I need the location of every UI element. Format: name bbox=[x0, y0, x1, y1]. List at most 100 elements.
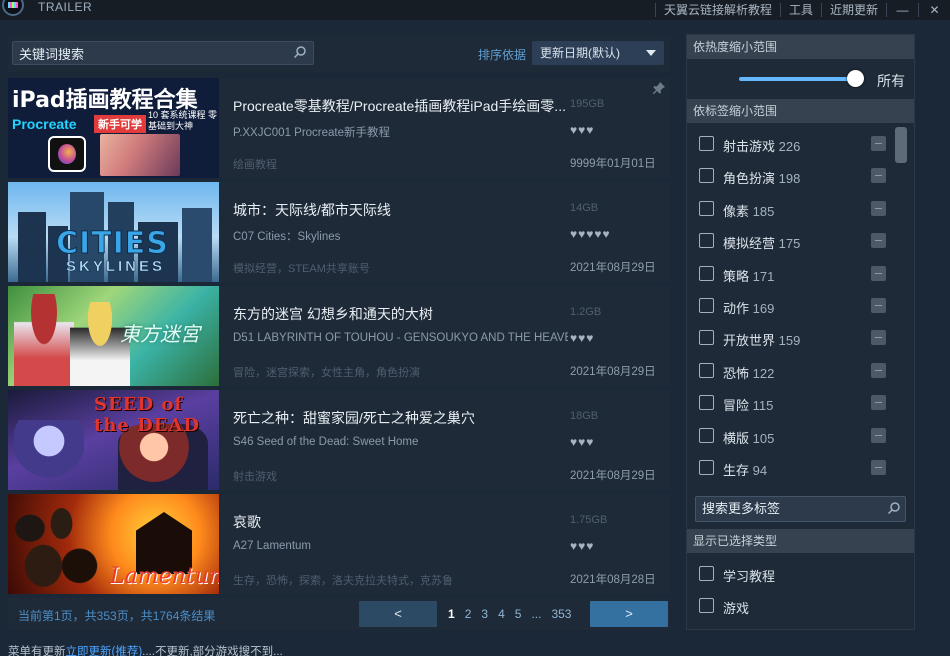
page-link[interactable]: 4 bbox=[498, 607, 505, 621]
minimize-button[interactable]: — bbox=[886, 3, 918, 17]
search-input[interactable]: 关键词搜索 bbox=[12, 41, 314, 65]
checkbox-icon[interactable] bbox=[699, 395, 714, 411]
game-title[interactable]: Procreate零基教程/Procreate插画教程iPad手绘画零... bbox=[233, 96, 568, 116]
remove-tag-icon[interactable] bbox=[871, 362, 886, 378]
page-link-last[interactable]: 353 bbox=[551, 607, 571, 621]
tag-list-scrollbar[interactable] bbox=[895, 127, 907, 163]
tag-row-openworld[interactable]: 开放世界 159 bbox=[687, 322, 914, 354]
game-size: 1.75GB bbox=[570, 514, 608, 526]
tag-name: 射击游戏 bbox=[723, 139, 776, 154]
game-date: 2021年08月29日 bbox=[570, 470, 656, 482]
menu-item-updates[interactable]: 近期更新 bbox=[820, 3, 886, 17]
tag-row-survival[interactable]: 生存 94 bbox=[687, 452, 914, 484]
page-link-current[interactable]: 1 bbox=[448, 607, 455, 621]
game-thumbnail[interactable]: iPad插画教程合集 Procreate 新手可学 10 套系统课程 零基础到大… bbox=[8, 78, 219, 178]
menu-item-tutorial[interactable]: 天翼云链接解析教程 bbox=[654, 3, 780, 17]
type-label: 游戏 bbox=[723, 601, 750, 617]
game-thumbnail[interactable]: SEED of the DEAD bbox=[8, 390, 219, 490]
heat-slider-handle[interactable] bbox=[847, 70, 864, 87]
checkbox-icon[interactable] bbox=[699, 427, 714, 443]
page-numbers: 1 2 3 4 5 ... 353 bbox=[448, 607, 571, 621]
search-icon[interactable] bbox=[293, 45, 307, 59]
checkbox-icon[interactable] bbox=[699, 136, 714, 151]
sort-label: 排序依据 bbox=[478, 48, 527, 62]
next-page-button[interactable]: > bbox=[590, 601, 668, 627]
remove-tag-icon[interactable] bbox=[871, 136, 886, 151]
tag-list: 射击游戏 226 角色扮演 198 像素 185 模拟经营 175 策略 171… bbox=[687, 128, 914, 484]
tag-row-action[interactable]: 动作 169 bbox=[687, 290, 914, 322]
checkbox-icon[interactable] bbox=[699, 459, 714, 475]
more-tags-search-text[interactable]: 搜索更多标签 bbox=[702, 501, 780, 516]
update-notice-prefix: 菜单有更新 bbox=[8, 646, 66, 656]
tag-row-pixel[interactable]: 像素 185 bbox=[687, 193, 914, 225]
type-row-game[interactable]: 游戏 bbox=[687, 590, 914, 622]
checkbox-icon[interactable] bbox=[699, 362, 714, 378]
game-card-cities[interactable]: CITIES SKYLINES 城市：天际线/都市天际线 C07 Cities：… bbox=[8, 182, 670, 282]
remove-tag-icon[interactable] bbox=[871, 200, 886, 216]
menu-item-tools[interactable]: 工具 bbox=[779, 3, 821, 17]
checkbox-icon[interactable] bbox=[699, 297, 714, 313]
more-tags-search-input[interactable]: 搜索更多标签 bbox=[695, 496, 906, 522]
game-tags: 绘画教程 bbox=[233, 159, 277, 171]
checkbox-icon[interactable] bbox=[699, 566, 714, 581]
update-notice-suffix: ....不更新,部分游戏搜不到... bbox=[142, 646, 283, 656]
tag-label: 生存 94 bbox=[723, 460, 767, 479]
checkbox-icon[interactable] bbox=[699, 598, 714, 614]
game-size: 18GB bbox=[570, 410, 599, 422]
game-date: 2021年08月29日 bbox=[570, 366, 656, 378]
game-thumbnail[interactable]: 東方迷宮 bbox=[8, 286, 219, 386]
remove-tag-icon[interactable] bbox=[871, 330, 886, 346]
game-tags: 模拟经营，STEAM共享账号 bbox=[233, 263, 370, 275]
remove-tag-icon[interactable] bbox=[871, 233, 886, 249]
tag-count: 105 bbox=[752, 430, 775, 446]
sort-dropdown[interactable]: 更新日期(默认) bbox=[532, 41, 664, 65]
close-button[interactable]: ✕ bbox=[918, 3, 950, 17]
title-bar: TRAILER 天翼云链接解析教程 工具 近期更新 — ✕ bbox=[0, 0, 950, 20]
tag-row-sim[interactable]: 模拟经营 175 bbox=[687, 225, 914, 257]
search-icon[interactable] bbox=[887, 501, 901, 515]
game-card-procreate[interactable]: iPad插画教程合集 Procreate 新手可学 10 套系统课程 零基础到大… bbox=[8, 78, 670, 178]
remove-tag-icon[interactable] bbox=[871, 265, 886, 281]
tag-name: 策略 bbox=[723, 268, 750, 284]
tag-row-adventure[interactable]: 冒险 115 bbox=[687, 387, 914, 419]
tag-row-horror[interactable]: 恐怖 122 bbox=[687, 355, 914, 387]
game-thumbnail[interactable]: Lamentum bbox=[8, 494, 219, 594]
checkbox-icon[interactable] bbox=[699, 330, 714, 346]
remove-tag-icon[interactable] bbox=[871, 395, 886, 411]
remove-tag-icon[interactable] bbox=[871, 459, 886, 475]
remove-tag-icon[interactable] bbox=[871, 427, 886, 443]
tag-row-rpg[interactable]: 角色扮演 198 bbox=[687, 160, 914, 192]
checkbox-icon[interactable] bbox=[699, 265, 714, 281]
remove-tag-icon[interactable] bbox=[871, 297, 886, 313]
game-title[interactable]: 死亡之种：甜蜜家园/死亡之种爱之巢穴 bbox=[233, 408, 568, 428]
tag-row-strategy[interactable]: 策略 171 bbox=[687, 258, 914, 290]
checkbox-icon[interactable] bbox=[699, 233, 714, 249]
heat-slider-value: 所有 bbox=[877, 73, 905, 89]
pin-icon[interactable] bbox=[652, 81, 666, 95]
type-row-tutorial[interactable]: 学习教程 bbox=[687, 558, 914, 590]
remove-tag-icon[interactable] bbox=[871, 168, 886, 184]
game-title[interactable]: 城市：天际线/都市天际线 bbox=[233, 200, 568, 220]
game-title[interactable]: 东方的迷宫 幻想乡和通天的大树 bbox=[233, 304, 568, 324]
tag-row-sidescroller[interactable]: 横版 105 bbox=[687, 420, 914, 452]
tag-count: 226 bbox=[778, 139, 801, 154]
game-card-touhou[interactable]: 東方迷宮 东方的迷宫 幻想乡和通天的大树 D51 LABYRINTH OF TO… bbox=[8, 286, 670, 386]
game-size: 14GB bbox=[570, 202, 599, 214]
game-card-lamentum[interactable]: Lamentum 哀歌 A27 Lamentum 生存，恐怖，探索，洛夫克拉夫特… bbox=[8, 494, 670, 594]
thumb-title: SEED of the DEAD bbox=[94, 394, 201, 436]
heat-slider-track[interactable] bbox=[739, 77, 855, 81]
game-title[interactable]: 哀歌 bbox=[233, 512, 568, 532]
update-now-link[interactable]: 立即更新(推荐) bbox=[66, 646, 143, 656]
heart-icon: ♥♥♥ bbox=[570, 331, 595, 345]
game-thumbnail[interactable]: CITIES SKYLINES bbox=[8, 182, 219, 282]
checkbox-icon[interactable] bbox=[699, 200, 714, 216]
game-date: 9999年01月01日 bbox=[570, 158, 656, 170]
page-link[interactable]: 2 bbox=[465, 607, 472, 621]
tag-row-shooter[interactable]: 射击游戏 226 bbox=[687, 128, 914, 160]
prev-page-button[interactable]: < bbox=[359, 601, 437, 627]
search-input-text[interactable]: 关键词搜索 bbox=[19, 44, 84, 63]
page-link[interactable]: 5 bbox=[515, 607, 522, 621]
checkbox-icon[interactable] bbox=[699, 168, 714, 184]
page-link[interactable]: 3 bbox=[481, 607, 488, 621]
game-card-seed-of-dead[interactable]: SEED of the DEAD 死亡之种：甜蜜家园/死亡之种爱之巢穴 S46 … bbox=[8, 390, 670, 490]
